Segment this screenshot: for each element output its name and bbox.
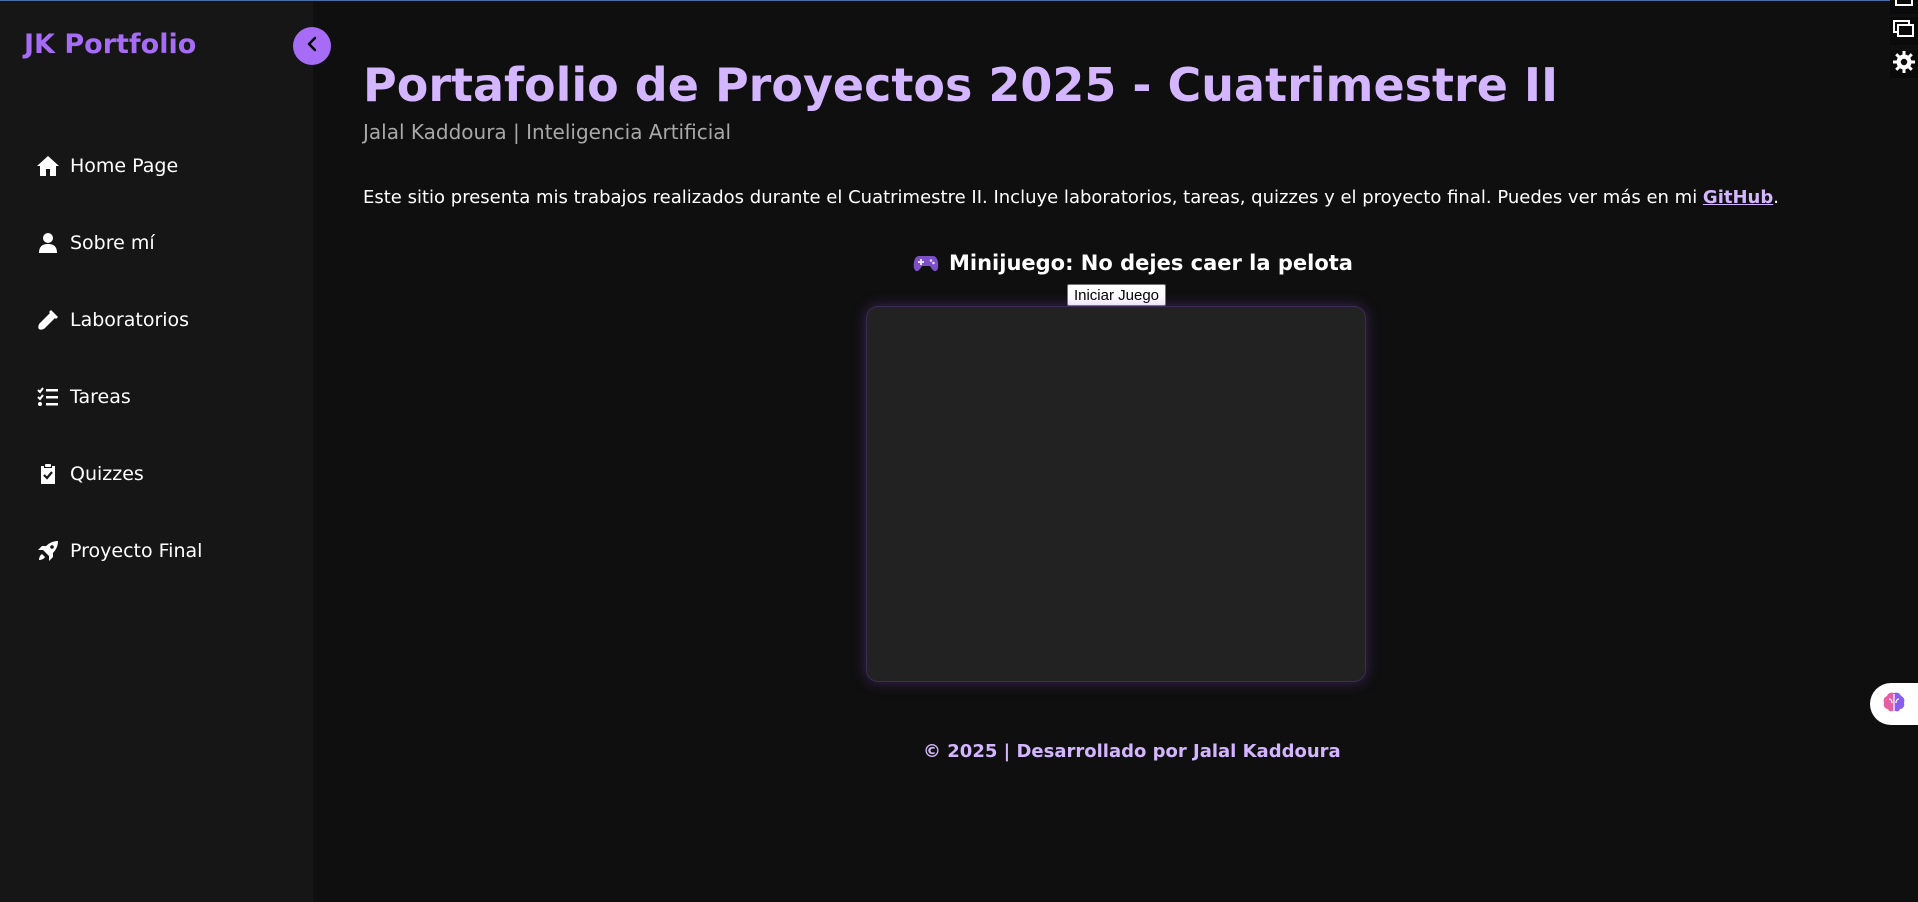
sidebar-collapse-button[interactable] bbox=[293, 27, 331, 65]
brain-icon bbox=[1882, 691, 1906, 717]
sidebar-nav: Home Page Sobre mí Laboratorios Tareas Q… bbox=[36, 127, 202, 589]
sidebar-item-label: Sobre mí bbox=[70, 231, 155, 254]
gamepad-icon bbox=[913, 253, 939, 273]
chevron-left-icon bbox=[305, 36, 319, 56]
page-title: Portafolio de Proyectos 2025 - Cuatrimes… bbox=[363, 58, 1559, 112]
sidebar-item-label: Tareas bbox=[70, 385, 131, 408]
sidebar-item-tareas[interactable]: Tareas bbox=[36, 358, 202, 435]
sidebar-item-laboratorios[interactable]: Laboratorios bbox=[36, 281, 202, 358]
footer: © 2025 | Desarrollado por Jalal Kaddoura bbox=[923, 741, 1341, 762]
github-link[interactable]: GitHub bbox=[1703, 187, 1773, 208]
game-heading: Minijuego: No dejes caer la pelota bbox=[913, 251, 1353, 275]
flask-icon bbox=[36, 308, 60, 332]
layers-icon bbox=[1893, 20, 1915, 42]
sidebar-item-label: Laboratorios bbox=[70, 308, 190, 331]
sidebar-item-sobre-mi[interactable]: Sobre mí bbox=[36, 204, 202, 281]
sidebar-item-label: Home Page bbox=[70, 154, 179, 177]
user-icon bbox=[36, 231, 60, 255]
checklist-icon bbox=[36, 385, 60, 409]
gear-icon bbox=[1893, 51, 1915, 77]
intro-paragraph: Este sitio presenta mis trabajos realiza… bbox=[363, 187, 1779, 208]
clipboard-check-icon bbox=[36, 462, 60, 486]
intro-end: . bbox=[1773, 187, 1779, 208]
intro-text: Este sitio presenta mis trabajos realiza… bbox=[363, 187, 1703, 208]
page-subtitle: Jalal Kaddoura | Inteligencia Artificial bbox=[363, 120, 732, 144]
game-title-text: Minijuego: No dejes caer la pelota bbox=[949, 251, 1353, 275]
sidebar-item-proyecto-final[interactable]: Proyecto Final bbox=[36, 512, 202, 589]
window-icon bbox=[1894, 0, 1914, 11]
settings-tool-button[interactable] bbox=[1890, 50, 1918, 78]
start-game-button[interactable]: Iniciar Juego bbox=[1067, 284, 1166, 306]
window-tool-button[interactable] bbox=[1890, 0, 1918, 14]
screens-tool-button[interactable] bbox=[1890, 17, 1918, 45]
sidebar-item-quizzes[interactable]: Quizzes bbox=[36, 435, 202, 512]
sidebar-item-label: Proyecto Final bbox=[70, 539, 203, 562]
rocket-icon bbox=[36, 539, 60, 563]
home-icon bbox=[36, 154, 60, 178]
sidebar: JK Portfolio Home Page Sobre mí Laborato… bbox=[0, 1, 313, 902]
brand-title[interactable]: JK Portfolio bbox=[24, 29, 196, 60]
main-content: Portafolio de Proyectos 2025 - Cuatrimes… bbox=[363, 0, 1863, 902]
sidebar-item-home[interactable]: Home Page bbox=[36, 127, 202, 204]
assistant-floating-button[interactable] bbox=[1870, 683, 1918, 725]
sidebar-item-label: Quizzes bbox=[70, 462, 144, 485]
game-canvas[interactable] bbox=[866, 306, 1366, 682]
